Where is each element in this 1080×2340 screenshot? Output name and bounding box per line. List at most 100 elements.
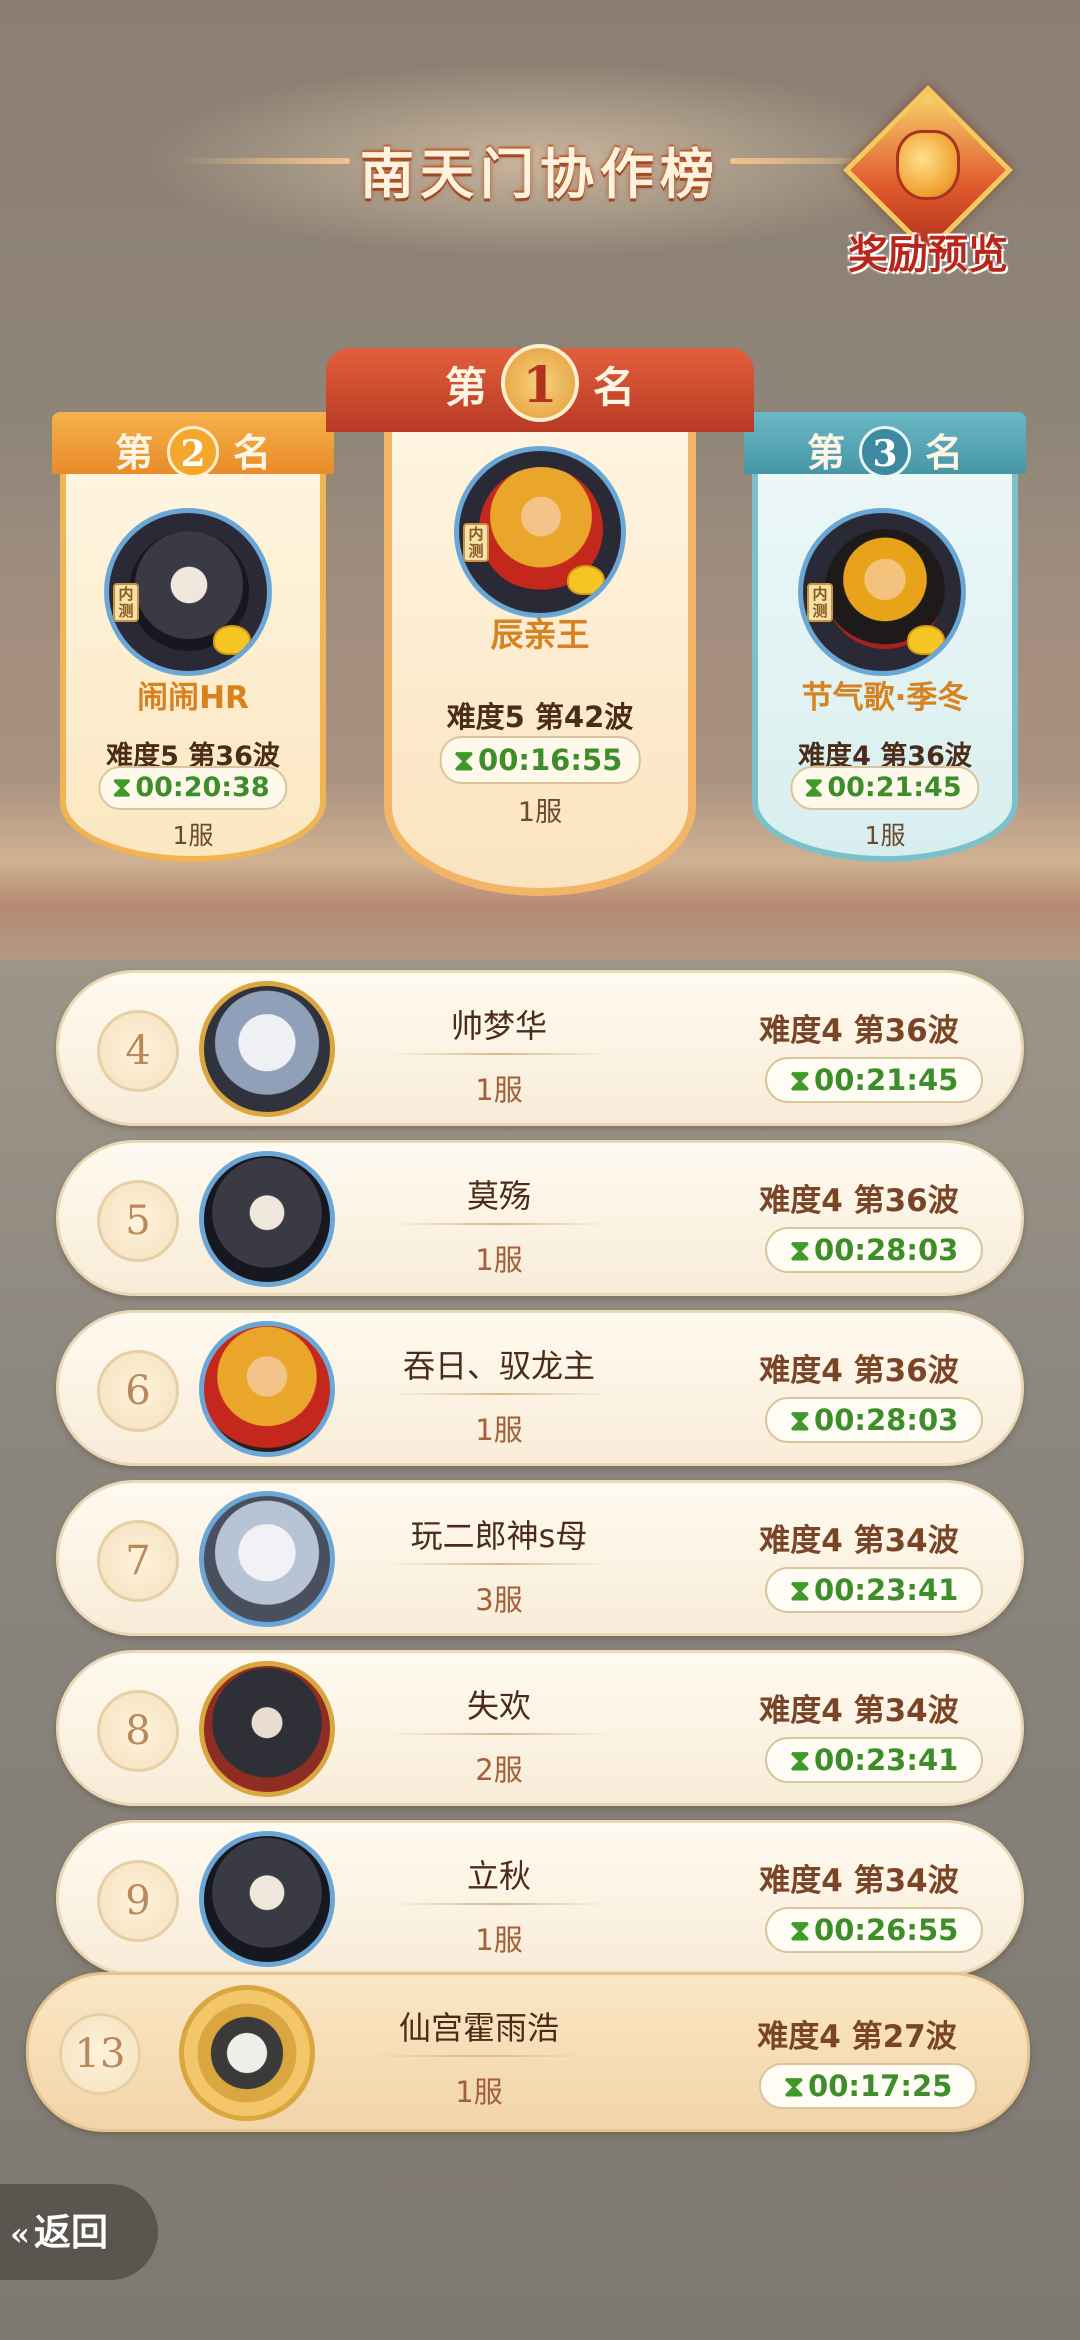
player-avatar: 内测 xyxy=(454,446,626,618)
beta-tag: 内测 xyxy=(463,523,489,562)
server-label: 1服 xyxy=(475,1413,523,1447)
player-name: 莫殇 xyxy=(466,1177,531,1215)
player-name: 吞日、驭龙主 xyxy=(402,1347,595,1385)
hourglass-icon: ⧗ xyxy=(804,772,824,803)
rank-badge: 8 xyxy=(97,1690,179,1772)
beta-tag: 内测 xyxy=(807,583,833,622)
back-label: 返回 xyxy=(34,2210,108,2254)
rank-number-badge: 1 xyxy=(501,344,579,422)
row-divider xyxy=(389,1053,609,1055)
ranking-row-5[interactable]: 5 莫殇 1服 难度4 第36波 ⧗ 00:28:03 xyxy=(56,1140,1024,1296)
player-name: 节气歌·季冬 xyxy=(801,680,969,716)
player-avatar xyxy=(199,1151,335,1287)
ranking-row-6[interactable]: 6 吞日、驭龙主 1服 难度4 第36波 ⧗ 00:28:03 xyxy=(56,1310,1024,1466)
row-divider xyxy=(389,1563,609,1565)
ranking-row-8[interactable]: 8 失欢 2服 难度4 第34波 ⧗ 00:23:41 xyxy=(56,1650,1024,1806)
server-label: 1服 xyxy=(864,821,906,850)
hourglass-icon: ⧗ xyxy=(112,772,132,803)
row-divider xyxy=(389,1903,609,1905)
clear-time: ⧗ 00:16:55 xyxy=(439,736,641,784)
clear-time-value: 00:16:55 xyxy=(478,743,623,777)
difficulty-wave: 难度4 第27波 xyxy=(757,2019,957,2055)
clear-time-value: 00:23:41 xyxy=(814,1743,959,1777)
player-name: 闹闹HR xyxy=(137,680,249,716)
rank-number-badge: 2 xyxy=(167,426,219,478)
server-label: 1服 xyxy=(475,1923,523,1957)
rank-badge: 6 xyxy=(97,1350,179,1432)
hourglass-icon: ⧗ xyxy=(789,1233,811,1267)
rank-suffix: 名 xyxy=(233,430,272,475)
player-avatar xyxy=(179,1985,315,2121)
rank-prefix: 第 xyxy=(806,430,845,475)
podium-card-rank-1[interactable]: 第1名 内测 辰亲王 难度5 第42波 ⧗ 00:16:55 1服 xyxy=(326,296,754,896)
difficulty-wave: 难度4 第34波 xyxy=(759,1863,959,1899)
difficulty-wave: 难度4 第36波 xyxy=(759,1353,959,1389)
clear-time: ⧗ 00:23:41 xyxy=(765,1737,983,1783)
player-avatar: 内测 xyxy=(104,508,272,676)
rank-badge: 7 xyxy=(97,1520,179,1602)
clear-time: ⧗ 00:17:25 xyxy=(759,2063,977,2109)
reward-preview-button[interactable]: 奖励预览 xyxy=(828,85,1028,290)
clear-time: ⧗ 00:20:38 xyxy=(98,766,288,810)
player-avatar xyxy=(199,1661,335,1797)
clear-time-value: 00:28:03 xyxy=(814,1233,959,1267)
clear-time-value: 00:20:38 xyxy=(135,772,270,803)
ranking-row-9[interactable]: 9 立秋 1服 难度4 第34波 ⧗ 00:26:55 xyxy=(56,1820,1024,1976)
ranking-row-4[interactable]: 4 帅梦华 1服 难度4 第36波 ⧗ 00:21:45 xyxy=(56,970,1024,1126)
rank-badge: 4 xyxy=(97,1010,179,1092)
rank-prefix: 第 xyxy=(114,430,153,475)
clear-time: ⧗ 00:26:55 xyxy=(765,1907,983,1953)
hourglass-icon: ⧗ xyxy=(789,1403,811,1437)
clear-time-value: 00:28:03 xyxy=(814,1403,959,1437)
clear-time: ⧗ 00:28:03 xyxy=(765,1397,983,1443)
clear-time-value: 00:23:41 xyxy=(814,1573,959,1607)
player-name: 仙宫霍雨浩 xyxy=(398,2009,559,2047)
rank-suffix: 名 xyxy=(925,430,964,475)
server-label: 1服 xyxy=(517,797,563,828)
hourglass-icon: ⧗ xyxy=(789,1913,811,1947)
beta-tag: 内测 xyxy=(113,583,139,622)
hourglass-icon: ⧗ xyxy=(453,743,475,777)
row-divider xyxy=(369,2055,589,2057)
server-label: 2服 xyxy=(475,1753,523,1787)
clear-time-value: 00:21:45 xyxy=(827,772,962,803)
difficulty-wave: 难度5 第42波 xyxy=(446,700,634,734)
player-avatar: 内测 xyxy=(798,508,966,676)
rank-badge: 5 xyxy=(97,1180,179,1262)
podium-card-rank-3[interactable]: 第3名 内测 节气歌·季冬 难度4 第36波 ⧗ 00:21:45 1服 xyxy=(744,410,1026,862)
ranking-row-7[interactable]: 7 玩二郎神s母 3服 难度4 第34波 ⧗ 00:23:41 xyxy=(56,1480,1024,1636)
player-avatar xyxy=(199,1321,335,1457)
clear-time: ⧗ 00:21:45 xyxy=(790,766,980,810)
difficulty-wave: 难度4 第36波 xyxy=(759,1013,959,1049)
hourglass-icon: ⧗ xyxy=(789,1063,811,1097)
player-name: 玩二郎神s母 xyxy=(410,1517,588,1555)
rank-badge: 9 xyxy=(97,1860,179,1942)
server-label: 1服 xyxy=(475,1243,523,1277)
chick-icon xyxy=(567,565,605,595)
difficulty-wave: 难度4 第34波 xyxy=(759,1523,959,1559)
difficulty-wave: 难度4 第34波 xyxy=(759,1693,959,1729)
clear-time: ⧗ 00:28:03 xyxy=(765,1227,983,1273)
chick-icon xyxy=(213,625,251,655)
row-divider xyxy=(389,1733,609,1735)
chevron-double-left-icon: « xyxy=(10,2215,30,2253)
player-avatar xyxy=(199,1831,335,1967)
podium-card-rank-2[interactable]: 第2名 内测 闹闹HR 难度5 第36波 ⧗ 00:20:38 1服 xyxy=(52,410,334,862)
clear-time-value: 00:21:45 xyxy=(814,1063,959,1097)
hourglass-icon: ⧗ xyxy=(783,2069,805,2103)
clear-time-value: 00:26:55 xyxy=(814,1913,959,1947)
server-label: 1服 xyxy=(172,821,214,850)
difficulty-wave: 难度4 第36波 xyxy=(759,1183,959,1219)
player-name: 立秋 xyxy=(466,1857,531,1895)
server-label: 1服 xyxy=(455,2075,503,2109)
rank-badge: 13 xyxy=(59,2013,141,2095)
podium-rank-label: 第1名 xyxy=(326,344,754,422)
hourglass-icon: ⧗ xyxy=(789,1573,811,1607)
back-button[interactable]: «返回 xyxy=(0,2184,158,2280)
hourglass-icon: ⧗ xyxy=(789,1743,811,1777)
rank-suffix: 名 xyxy=(593,363,636,412)
clear-time-value: 00:17:25 xyxy=(808,2069,953,2103)
server-label: 3服 xyxy=(475,1583,523,1617)
my-ranking-row[interactable]: 13 仙宫霍雨浩 1服 难度4 第27波 ⧗ 00:17:25 xyxy=(26,1972,1030,2132)
row-divider xyxy=(389,1393,609,1395)
